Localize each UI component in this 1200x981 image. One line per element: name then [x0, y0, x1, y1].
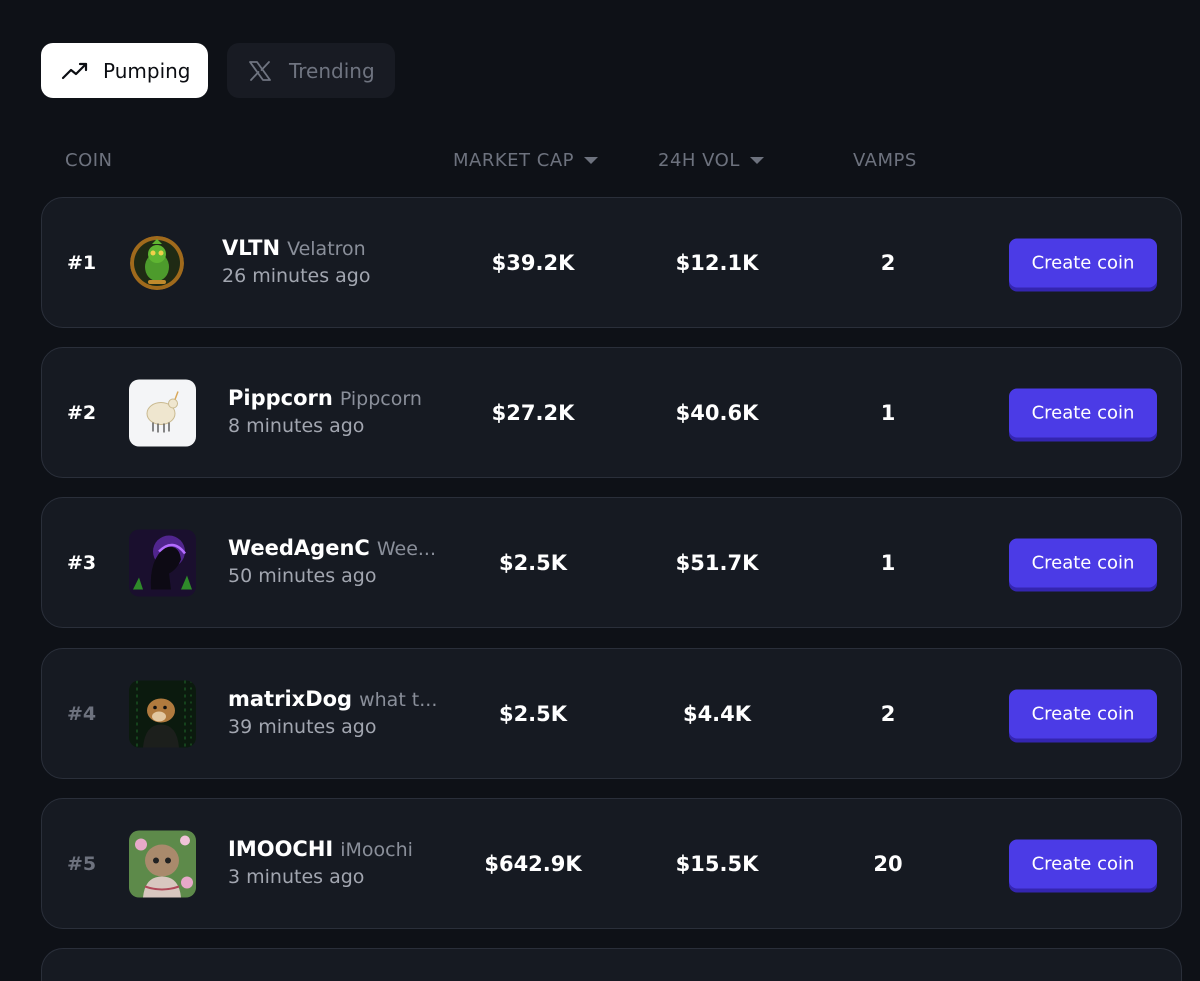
coin-24h-vol: $4.4K	[682, 701, 752, 726]
header-vamps: VAMPS	[853, 150, 917, 171]
table-row[interactable]: #2 Pippcorn Pippcorn 8 minutes ago $27.2…	[41, 347, 1182, 478]
coin-info: Pippcorn Pippcorn 8 minutes ago	[228, 386, 438, 437]
coin-24h-vol: $12.1K	[675, 250, 759, 275]
coin-avatar	[129, 379, 196, 446]
coin-name: iMoochi	[340, 839, 413, 861]
coin-leaderboard-page: Pumping Trending COIN MARKET CAP 24H VOL	[0, 0, 1200, 981]
create-coin-button[interactable]: Create coin	[1009, 689, 1157, 738]
create-coin-button[interactable]: Create coin	[1009, 538, 1157, 587]
coin-name: what t...	[359, 689, 438, 711]
table-row-partial	[41, 948, 1182, 981]
table-row[interactable]: #1 VLTN Velatron 26 minutes ago $39.2K $…	[41, 197, 1182, 328]
coin-rank: #1	[67, 251, 97, 274]
coin-vamps: 1	[880, 400, 896, 425]
coin-vamps: 20	[873, 851, 903, 876]
table-row[interactable]: #3 WeedAgenC Wee... 50 minutes ago $2.5K…	[41, 497, 1182, 628]
coin-24h-vol: $51.7K	[675, 550, 759, 575]
coin-title-line: matrixDog what t...	[228, 687, 438, 711]
caret-down-icon	[583, 157, 598, 164]
x-logo-icon	[247, 60, 277, 82]
coin-market-cap: $2.5K	[498, 701, 568, 726]
coin-avatar	[129, 529, 196, 596]
coin-market-cap: $2.5K	[498, 550, 568, 575]
header-24h-vol-label: 24H VOL	[658, 150, 740, 171]
coin-market-cap: $642.9K	[484, 851, 582, 876]
tab-bar: Pumping Trending	[41, 43, 395, 98]
tab-trending[interactable]: Trending	[227, 43, 395, 98]
header-coin: COIN	[65, 150, 113, 171]
table-row[interactable]: #4 matrixDog what t... 39 minutes ago $2…	[41, 648, 1182, 779]
coin-created-time: 8 minutes ago	[228, 415, 365, 437]
header-coin-label: COIN	[65, 150, 113, 171]
coin-title-line: WeedAgenC Wee...	[228, 536, 438, 560]
coin-avatar	[130, 235, 184, 290]
coin-info: matrixDog what t... 39 minutes ago	[228, 687, 438, 738]
tab-pumping-label: Pumping	[103, 58, 191, 83]
create-coin-button[interactable]: Create coin	[1009, 839, 1157, 888]
coin-symbol[interactable]: WeedAgenC	[228, 536, 370, 560]
coin-symbol[interactable]: Pippcorn	[228, 386, 333, 410]
coin-rank: #2	[67, 401, 97, 424]
coin-vamps: 1	[880, 550, 896, 575]
coin-symbol[interactable]: matrixDog	[228, 687, 352, 711]
coin-avatar	[129, 830, 196, 897]
coin-symbol[interactable]: IMOOCHI	[228, 837, 333, 861]
coin-name: Wee...	[376, 538, 436, 560]
header-market-cap-sort[interactable]: MARKET CAP	[453, 150, 598, 171]
coin-avatar	[129, 680, 196, 747]
coin-created-time: 50 minutes ago	[228, 565, 377, 587]
coin-title-line: VLTN Velatron	[222, 236, 432, 260]
table-header: COIN MARKET CAP 24H VOL VAMPS	[0, 150, 1200, 178]
caret-down-icon	[749, 157, 764, 164]
tab-trending-label: Trending	[289, 58, 375, 83]
coin-info: WeedAgenC Wee... 50 minutes ago	[228, 536, 438, 587]
coin-24h-vol: $40.6K	[675, 400, 759, 425]
coin-vamps: 2	[880, 250, 896, 275]
coin-title-line: IMOOCHI iMoochi	[228, 837, 438, 861]
header-24h-vol-sort[interactable]: 24H VOL	[658, 150, 764, 171]
coin-info: VLTN Velatron 26 minutes ago	[222, 236, 432, 287]
coin-rank: #4	[67, 702, 97, 725]
coin-created-time: 26 minutes ago	[222, 265, 371, 287]
header-vamps-label: VAMPS	[853, 150, 917, 171]
coin-info: IMOOCHI iMoochi 3 minutes ago	[228, 837, 438, 888]
coin-name: Velatron	[287, 238, 366, 260]
coin-24h-vol: $15.5K	[675, 851, 759, 876]
coin-market-cap: $27.2K	[491, 400, 575, 425]
coin-market-cap: $39.2K	[491, 250, 575, 275]
coin-rank: #3	[67, 551, 97, 574]
create-coin-button[interactable]: Create coin	[1009, 388, 1157, 437]
trending-up-icon	[61, 60, 91, 82]
table-row[interactable]: #5 IMOOCHI iMoochi 3 minutes ago $642.9K	[41, 798, 1182, 929]
header-market-cap-label: MARKET CAP	[453, 150, 574, 171]
tab-pumping[interactable]: Pumping	[41, 43, 208, 98]
coin-rank: #5	[67, 852, 97, 875]
coin-created-time: 39 minutes ago	[228, 716, 377, 738]
coin-title-line: Pippcorn Pippcorn	[228, 386, 438, 410]
create-coin-button[interactable]: Create coin	[1009, 238, 1157, 287]
coin-created-time: 3 minutes ago	[228, 866, 365, 888]
coin-name: Pippcorn	[339, 388, 422, 410]
coin-symbol[interactable]: VLTN	[222, 236, 280, 260]
coin-vamps: 2	[880, 701, 896, 726]
